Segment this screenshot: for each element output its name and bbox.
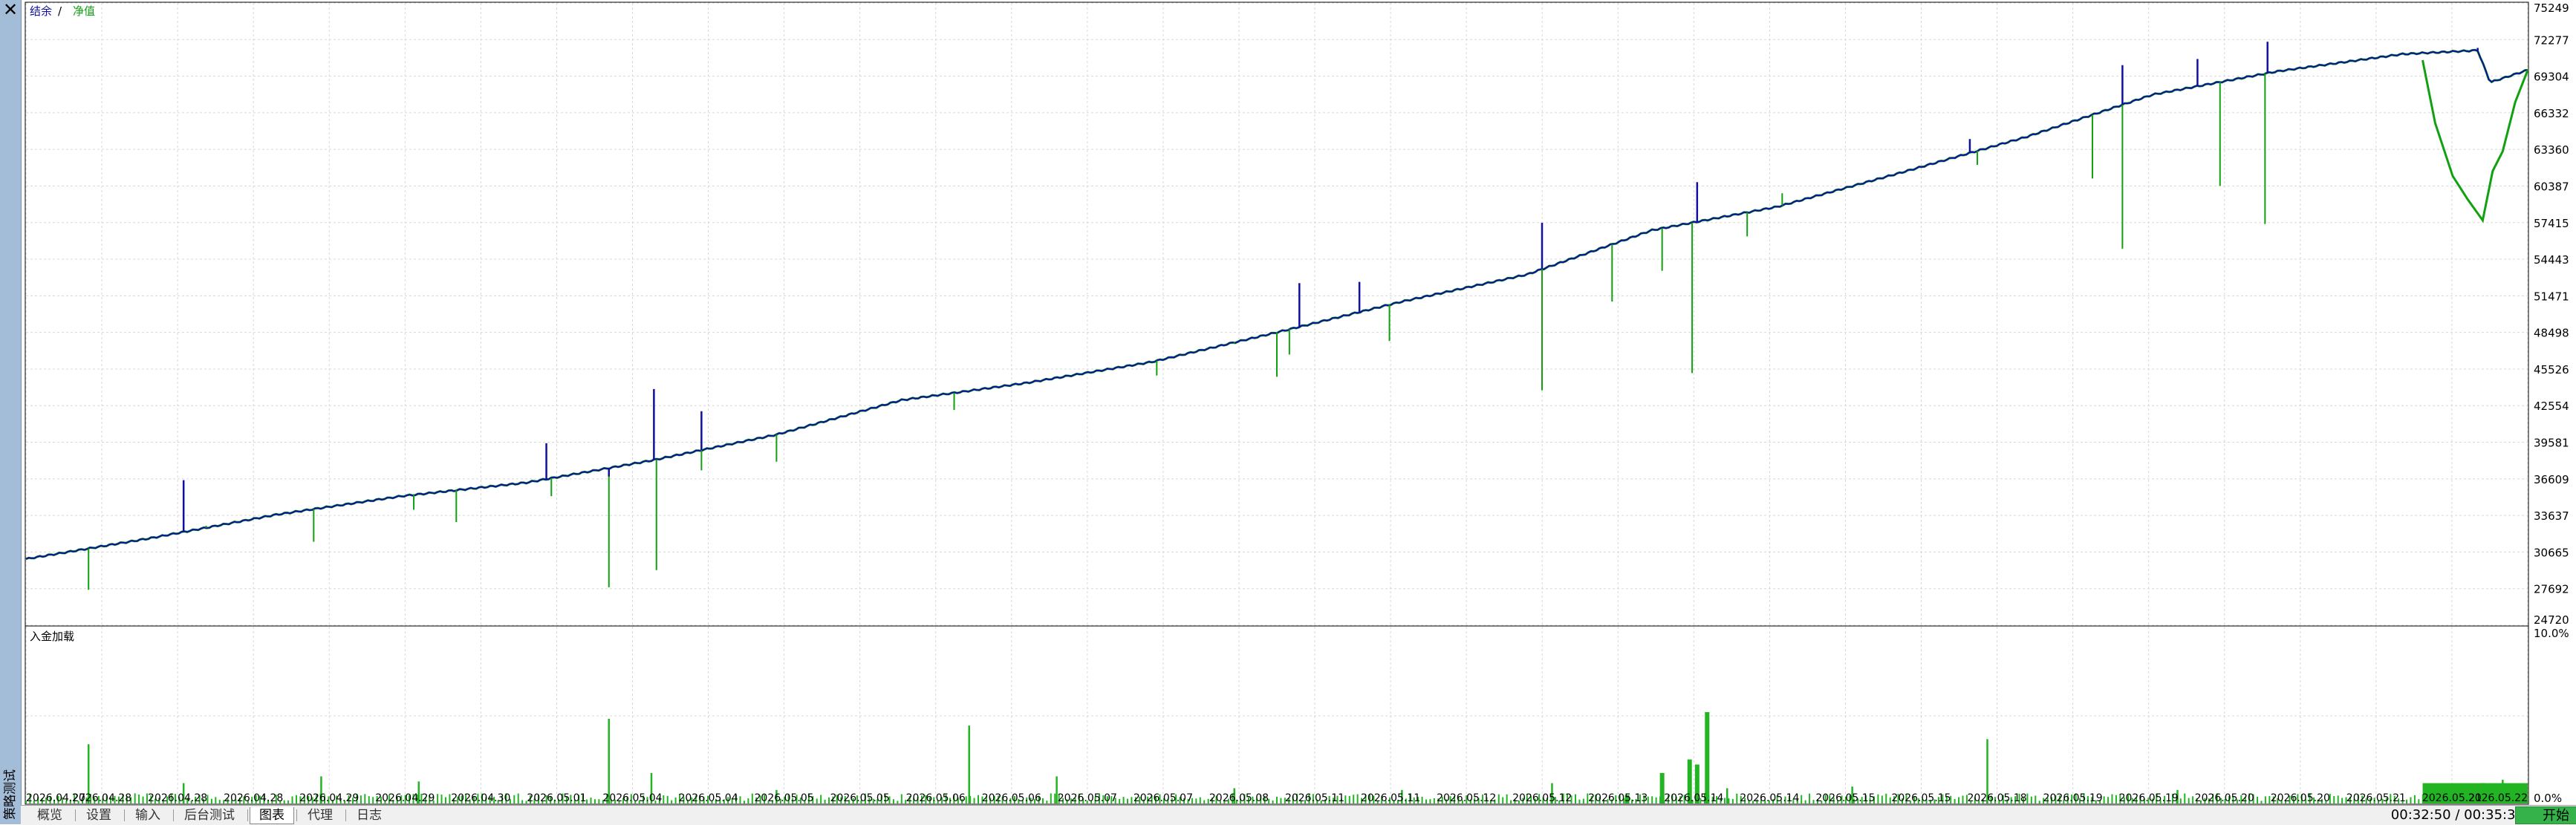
x-tick-label: 2026.05.14 [1740,792,1799,804]
y-tick-label: 69304 [2534,71,2569,84]
x-tick-label: 2026.05.12 [1512,792,1572,804]
x-tick-label: 2026.05.04 [678,792,738,804]
x-tick-label: 2026.05.11 [1361,792,1420,804]
tester-side-strip: ✕ 策略测试 [0,0,22,824]
x-tick-label: 2026.05.12 [1437,792,1496,804]
legend-equity: 净值 [73,4,95,18]
y-tick-label: 30665 [2534,546,2569,559]
x-tick-label: 2026.05.08 [1209,792,1269,804]
legend-balance: 结余 [30,4,52,18]
x-tick-label: 2026.05.15 [1815,792,1875,804]
chart-svg: 75249 72277 69304 66332 63360 60387 57415 54443… [25,1,2569,805]
y-tick-label: 27692 [2534,583,2569,596]
x-tick-label: 2026.05.05 [830,792,890,804]
x-tick-label: 2026.04.28 [72,792,131,804]
y-tick-label: 60387 [2534,180,2569,193]
tab-separator [247,809,248,821]
time-status: 00:32:50 / 00:35:32 [2390,807,2524,823]
x-tick-label: 2026.04.29 [375,792,435,804]
x-tick-label: 2026.05.05 [755,792,814,804]
x-tick-label: 2026.05.04 [602,792,662,804]
tab-6[interactable]: 日志 [348,807,391,824]
x-tick-label: 2026.05.11 [1285,792,1344,804]
y-tick-label: 66332 [2534,107,2569,120]
x-tick-label: 2026.04.29 [299,792,359,804]
close-icon[interactable]: ✕ [2,1,19,19]
tab-separator [75,809,76,821]
x-tick-label: 2026.05.18 [1967,792,2026,804]
y-tick-label: 33637 [2534,509,2569,523]
y-tick-label: 42554 [2534,400,2569,413]
x-tick-label: 2026.04.28 [148,792,207,804]
tab-0[interactable]: 概览 [28,807,71,824]
x-tick-label: 2026.05.21 [2346,792,2406,804]
x-tick-label: 2026.05.20 [2271,792,2330,804]
x-tick-label: 2026.05.15 [1891,792,1951,804]
x-tick-label: 2026.05.19 [2043,792,2103,804]
tab-separator [173,809,174,821]
tab-4[interactable]: 图表 [250,807,294,824]
x-tick-label: 2026.05.14 [1664,792,1723,804]
y-tick-label: 48498 [2534,327,2569,340]
y-tick-label: 24720 [2534,613,2569,627]
y-tick-label: 45526 [2534,363,2569,376]
x-tick-label: 2026.05.19 [2119,792,2179,804]
y-tick-label: 39581 [2534,437,2569,450]
y-tick-label: 51471 [2534,290,2569,303]
x-tick-label: 2026.05.22 [2468,792,2528,804]
x-tick-label: 2026.04.28 [224,792,283,804]
x-tick-label: 2026.05.01 [527,792,586,804]
x-tick-label: 2026.04.30 [451,792,510,804]
x-tick-label: 2026.05.20 [2195,792,2254,804]
y-tick-label: 63360 [2534,143,2569,157]
deposit-plot-bg [25,625,2529,805]
chart-area[interactable]: 75249 72277 69304 66332 63360 60387 57415 54443… [21,0,2576,805]
y-tick-label: 57415 [2534,217,2569,230]
deposit-y-tick-label: 10.0% [2534,627,2569,640]
y-tick-label: 72277 [2534,33,2569,47]
y-tick-label: 75249 [2534,1,2569,15]
y-tick-label: 36609 [2534,473,2569,486]
tab-separator [345,809,346,821]
x-tick-label: 2026.05.07 [1058,792,1117,804]
tab-separator [124,809,125,821]
tab-3[interactable]: 后台测试 [175,807,244,824]
x-tick-label: 2026.05.06 [906,792,966,804]
deposit-title: 入金加载 [30,630,74,643]
deposit-cluster [1705,711,1710,803]
x-tick-label: 2026.05.06 [982,792,1041,804]
x-tick-label: 2026.05.07 [1133,792,1193,804]
tab-separator [296,809,297,821]
tab-1[interactable]: 设置 [77,807,120,824]
tab-5[interactable]: 代理 [299,807,342,824]
x-tick-label: 2026.05.13 [1588,792,1648,804]
y-tick-label: 54443 [2534,253,2569,267]
start-button[interactable]: 开始 [2515,806,2576,824]
deposit-y-tick-label: 0.0% [2534,792,2562,805]
bottom-tab-bar: 概览 设置 输入 后台测试 图表 代理 日志 00:32:50 / 00:35:32 开始 [21,805,2576,825]
tab-2[interactable]: 输入 [126,807,169,824]
